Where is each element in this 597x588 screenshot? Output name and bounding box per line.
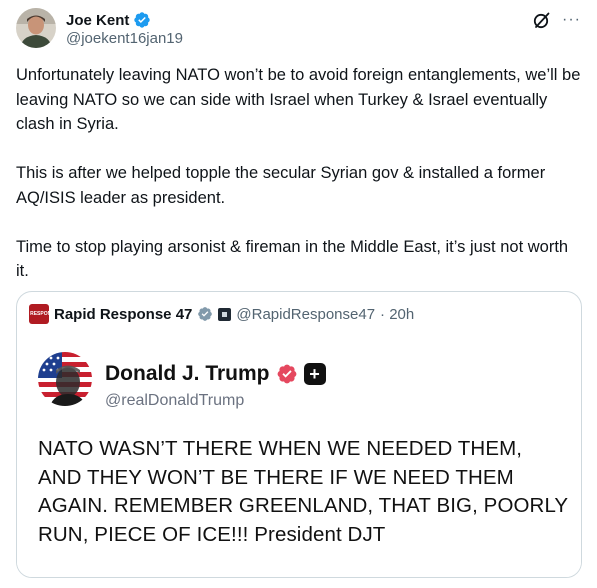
author-avatar[interactable] — [16, 8, 56, 48]
author-name-row: Joe Kent — [66, 11, 151, 29]
plus-icon: + — [303, 363, 326, 385]
quoted-tweet[interactable]: RAPID RESPONSE 47 Rapid Response 47 @Rap… — [16, 291, 582, 578]
government-badge-icon — [198, 307, 213, 321]
tweet-paragraph: This is after we helped topple the secul… — [16, 164, 546, 207]
quoted-tweet-header: RAPID RESPONSE 47 Rapid Response 47 @Rap… — [17, 304, 414, 324]
tweet-actions-top: ··· — [532, 10, 581, 30]
affiliation-badge-icon — [218, 307, 232, 321]
tweet-body: Unfortunately leaving NATO won’t be to a… — [16, 63, 584, 284]
trump-handle: @realDonaldTrump — [105, 392, 245, 409]
tweet-paragraph: Unfortunately leaving NATO won’t be to a… — [16, 66, 581, 133]
quoted-author-avatar[interactable]: RAPID RESPONSE 47 — [17, 304, 65, 324]
quoted-author-handle[interactable]: @RapidResponse47 — [236, 306, 375, 323]
trump-name: Donald J. Trump — [105, 362, 270, 385]
author-handle[interactable]: @joekent16jan19 — [66, 30, 183, 47]
trump-post-text: NATO WASN’T THERE WHEN WE NEEDED THEM, A… — [38, 437, 568, 546]
grok-icon[interactable] — [532, 10, 552, 30]
trump-avatar — [38, 352, 92, 406]
tweet-paragraph: Time to stop playing arsonist & fireman … — [16, 237, 569, 281]
more-icon[interactable]: ··· — [562, 10, 581, 30]
quoted-author-name[interactable]: Rapid Response 47 — [54, 306, 192, 323]
trump-name-row: Donald J. Trump + — [105, 362, 326, 386]
quoted-timestamp[interactable]: · 20h — [380, 306, 414, 323]
tweet: Joe Kent @joekent16jan19 ··· Unfortunate… — [0, 0, 597, 588]
verified-badge-icon — [134, 12, 151, 28]
verified-badge-icon — [277, 364, 296, 384]
author-name[interactable]: Joe Kent — [66, 12, 129, 29]
quoted-image[interactable]: Donald J. Trump + @realDonaldTrump NATO … — [17, 332, 581, 577]
